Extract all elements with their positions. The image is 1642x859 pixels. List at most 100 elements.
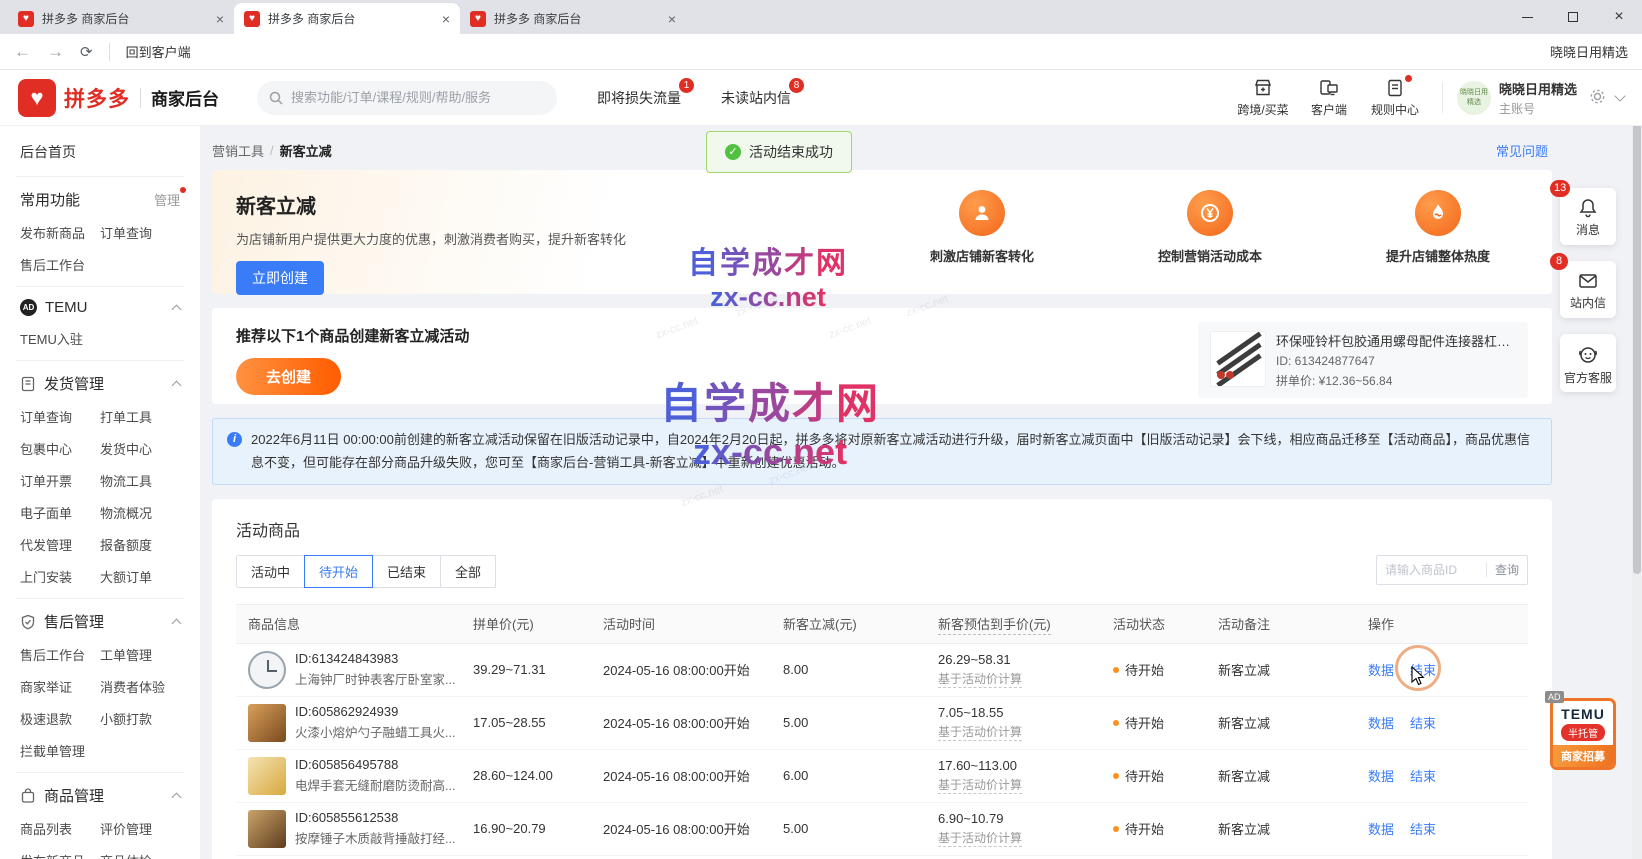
crossborder-nav-item[interactable]: 跨境/买菜 — [1230, 78, 1296, 118]
sidebar-item[interactable]: 发布新商品 — [20, 223, 100, 242]
sidebar-item[interactable]: 评价管理 — [100, 819, 180, 838]
chevron-down-icon[interactable] — [1614, 90, 1625, 101]
window-close-button[interactable]: × — [1596, 0, 1642, 34]
tab-active-activities[interactable]: 活动中 — [236, 555, 305, 588]
chevron-up-icon[interactable] — [172, 793, 182, 803]
product-id-input[interactable] — [1385, 563, 1486, 577]
window-minimize-button[interactable] — [1504, 0, 1550, 34]
refresh-icon[interactable]: ⟳ — [80, 43, 93, 61]
breadcrumb-parent[interactable]: 营销工具 — [212, 141, 264, 160]
end-link[interactable]: 结束 — [1410, 819, 1436, 838]
sidebar-item[interactable]: 发布新商品 — [20, 851, 100, 859]
temu-promo-banner[interactable]: AD TEMU 半托管 商家招募 — [1550, 698, 1616, 770]
tab-close-icon[interactable]: × — [442, 11, 450, 27]
chevron-up-icon[interactable] — [172, 619, 182, 629]
bookmark-label[interactable]: 晓晓日用精选 — [1550, 42, 1628, 61]
product-name: 环保哑铃杆包胶通用螺母配件连接器杠铃家用... — [1276, 331, 1516, 350]
sidebar-item[interactable]: 售后工作台 — [20, 255, 100, 274]
sidebar-item[interactable]: 电子面单 — [20, 503, 100, 522]
sidebar-item[interactable]: 拦截单管理 — [20, 741, 100, 760]
data-link[interactable]: 数据 — [1368, 713, 1394, 732]
sidebar-group-shipping[interactable]: 发货管理 — [20, 373, 180, 394]
sidebar-item[interactable]: 消费者体验 — [100, 677, 180, 696]
site-mail-button[interactable]: 8 站内信 — [1560, 261, 1616, 318]
browser-tab[interactable]: ♥ 拼多多 商家后台 × — [460, 3, 686, 34]
create-now-button[interactable]: 立即创建 — [236, 261, 324, 295]
back-to-client-link[interactable]: 回到客户端 — [126, 42, 191, 61]
sidebar-item[interactable]: 物流概况 — [100, 503, 180, 522]
sidebar-item[interactable]: 发货中心 — [100, 439, 180, 458]
sidebar-item-home[interactable]: 后台首页 — [20, 142, 180, 162]
sidebar-item[interactable]: 订单查询 — [100, 223, 180, 242]
sidebar-item[interactable]: 工单管理 — [100, 645, 180, 664]
sidebar-item[interactable]: 大额订单 — [100, 567, 180, 586]
tab-close-icon[interactable]: × — [668, 11, 676, 27]
cell-estimate: 7.05~18.55 — [938, 705, 1101, 720]
official-service-button[interactable]: 官方客服 — [1560, 334, 1616, 393]
sidebar-group-goods[interactable]: 商品管理 — [20, 785, 180, 806]
rules-nav-item[interactable]: 规则中心 — [1362, 78, 1428, 118]
data-link[interactable]: 数据 — [1368, 766, 1394, 785]
sidebar-item[interactable]: 包裹中心 — [20, 439, 100, 458]
cell-time: 2024-05-16 08:00:00开始 — [591, 713, 771, 732]
sidebar-item[interactable]: 商品体检 — [100, 851, 180, 859]
gear-icon[interactable] — [1589, 88, 1606, 108]
sidebar-item[interactable]: TEMU入驻 — [20, 329, 100, 348]
traffic-loss-link[interactable]: 即将损失流量 1 — [597, 88, 681, 108]
sidebar-item[interactable]: 订单开票 — [20, 471, 100, 490]
tab-pending-start[interactable]: 待开始 — [304, 555, 373, 588]
ad-badge-icon: AD — [20, 299, 37, 316]
sidebar-item[interactable]: 商品列表 — [20, 819, 100, 838]
global-search-input[interactable] — [291, 90, 545, 105]
tab-ended[interactable]: 已结束 — [372, 555, 441, 588]
messages-button[interactable]: 13 消息 — [1560, 188, 1616, 245]
sidebar-item[interactable]: 报备额度 — [100, 535, 180, 554]
sidebar-item[interactable]: 物流工具 — [100, 471, 180, 490]
tab-title: 拼多多 商家后台 — [268, 10, 434, 27]
unread-mail-link[interactable]: 未读站内信 8 — [721, 88, 791, 108]
chevron-up-icon[interactable] — [172, 305, 182, 315]
sidebar-item[interactable]: 商家举证 — [20, 677, 100, 696]
end-link[interactable]: 结束 — [1410, 713, 1436, 732]
cell-price: 17.05~28.55 — [461, 715, 591, 730]
decorative-dot — [1217, 371, 1225, 379]
scrollbar-thumb[interactable] — [1633, 94, 1641, 574]
tab-all[interactable]: 全部 — [440, 555, 496, 588]
sidebar-item[interactable]: 上门安装 — [20, 567, 100, 586]
tab-title: 拼多多 商家后台 — [494, 10, 660, 27]
browser-tab-active[interactable]: ♥ 拼多多 商家后台 × — [234, 3, 460, 34]
data-link[interactable]: 数据 — [1368, 660, 1394, 679]
brand-name: 拼多多 — [64, 83, 130, 113]
sidebar-group-temu[interactable]: AD TEMU — [20, 299, 180, 316]
recommended-product-card[interactable]: 环保哑铃杆包胶通用螺母配件连接器杠铃家用... ID: 613424877647… — [1198, 322, 1528, 398]
sidebar-item[interactable]: 打单工具 — [100, 407, 180, 426]
sidebar-item[interactable]: 代发管理 — [20, 535, 100, 554]
product-id-search[interactable]: 查询 — [1376, 555, 1528, 585]
end-link[interactable]: 结束 — [1410, 766, 1436, 785]
notice-text: 2022年6月11日 00:00:00前创建的新客立减活动保留在旧版活动记录中，… — [251, 428, 1537, 475]
scrollbar-track[interactable] — [1632, 70, 1642, 859]
chevron-up-icon[interactable] — [172, 381, 182, 391]
go-create-button[interactable]: 去创建 — [236, 358, 341, 395]
faq-link[interactable]: 常见问题 — [1496, 141, 1548, 160]
query-button[interactable]: 查询 — [1487, 561, 1519, 578]
data-link[interactable]: 数据 — [1368, 819, 1394, 838]
cell-estimate: 6.90~10.79 — [938, 811, 1101, 826]
client-nav-item[interactable]: 客户端 — [1296, 78, 1362, 118]
sidebar-item[interactable]: 售后工作台 — [20, 645, 100, 664]
sidebar-item[interactable]: 订单查询 — [20, 407, 100, 426]
sidebar-item[interactable]: 极速退款 — [20, 709, 100, 728]
product-thumbnail-hammer — [248, 810, 286, 848]
forward-icon[interactable]: → — [47, 42, 64, 62]
back-icon[interactable]: ← — [14, 42, 31, 62]
sidebar-item[interactable]: 小额打款 — [100, 709, 180, 728]
shop-avatar[interactable]: 晓晓日用 精选 — [1457, 81, 1491, 115]
sidebar-group-aftersale[interactable]: 售后管理 — [20, 611, 180, 632]
browser-tab[interactable]: ♥ 拼多多 商家后台 × — [8, 3, 234, 34]
tab-close-icon[interactable]: × — [216, 11, 224, 27]
cell-time: 2024-05-16 08:00:00开始 — [591, 819, 771, 838]
success-toast: ✓ 活动结束成功 — [706, 131, 852, 173]
window-maximize-button[interactable] — [1550, 0, 1596, 34]
manage-link[interactable]: 管理 — [154, 190, 180, 209]
global-search[interactable] — [257, 81, 557, 115]
